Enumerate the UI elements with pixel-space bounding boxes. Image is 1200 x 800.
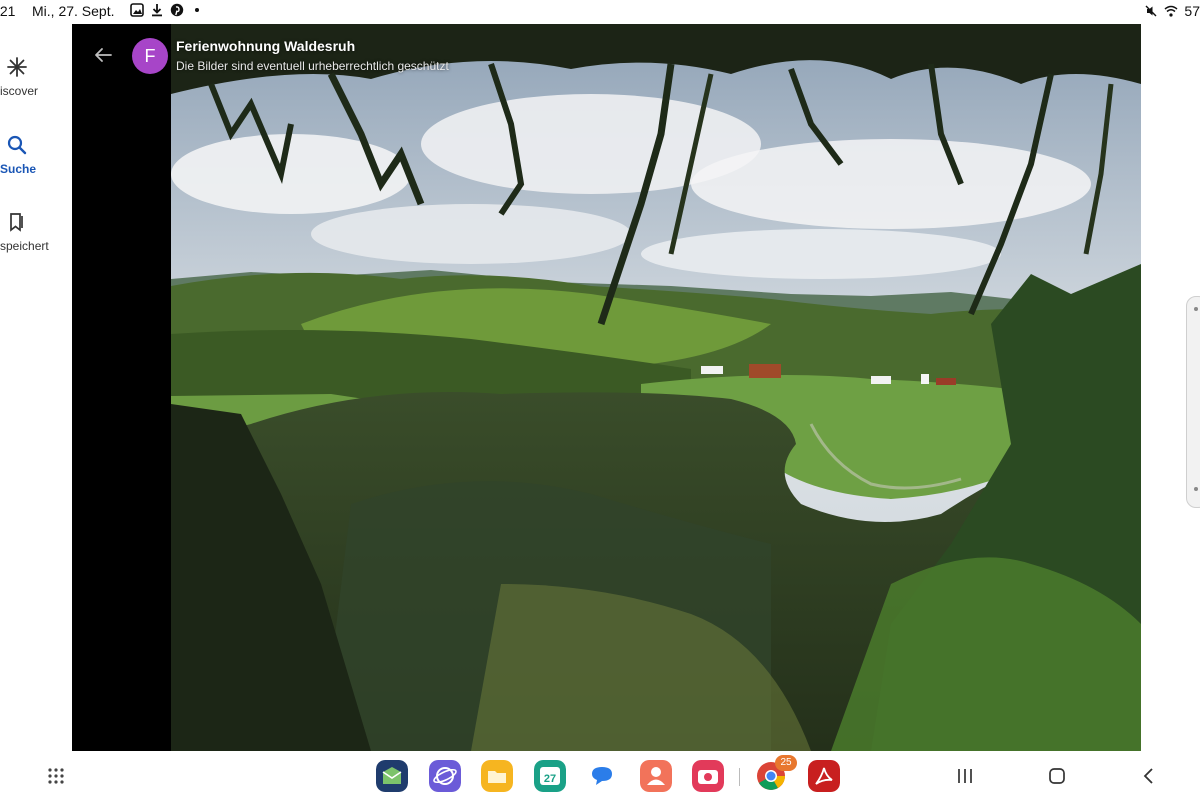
handle-dot [1194, 307, 1198, 311]
handle-dot [1194, 487, 1198, 491]
image-viewer: F Ferienwohnung Waldesruh Die Bilder sin… [72, 24, 1141, 751]
mail-app-icon[interactable] [376, 760, 408, 792]
gallery-notification-icon [130, 3, 144, 17]
files-app-icon[interactable] [481, 760, 513, 792]
notification-icons [130, 3, 204, 17]
sparkle-icon [7, 57, 27, 77]
more-notifications-dot-icon [195, 8, 199, 12]
wifi-icon [1164, 5, 1178, 17]
taskbar: 27 [0, 752, 1200, 800]
chrome-notification-badge: 25 [775, 755, 797, 771]
copyright-notice: Die Bilder sind eventuell urheberrechtli… [176, 59, 449, 73]
camera-app-icon[interactable] [692, 760, 724, 792]
download-notification-icon [152, 4, 162, 17]
back-nav-icon[interactable] [1139, 766, 1159, 786]
system-icons: 57 [1144, 3, 1200, 19]
rail-item-label: iscover [0, 84, 39, 98]
rail-item-label: Suche [0, 162, 37, 176]
calendar-day: 27 [544, 773, 556, 785]
landscape-photo[interactable] [171, 24, 1141, 751]
home-icon[interactable] [1047, 766, 1067, 786]
search-icon [7, 135, 27, 155]
status-time: :21 [0, 3, 16, 19]
taskbar-divider [739, 768, 740, 786]
source-avatar[interactable]: F [132, 38, 168, 74]
edge-panel-handle[interactable] [1186, 296, 1200, 508]
recent-apps-icon[interactable] [955, 766, 975, 786]
app-drawer-icon[interactable] [47, 767, 65, 785]
battery-percent: 57 [1184, 3, 1200, 19]
back-arrow-icon[interactable] [92, 44, 114, 66]
mute-icon [1145, 5, 1157, 17]
internet-app-icon[interactable] [429, 760, 461, 792]
messages-app-icon[interactable] [587, 760, 619, 792]
status-date: Mi., 27. Sept. [32, 3, 115, 19]
bookmarks-icon [10, 213, 23, 232]
rail-item-label: speichert [0, 239, 49, 253]
viewer-top-bar: F Ferienwohnung Waldesruh Die Bilder sin… [72, 24, 1141, 84]
source-title[interactable]: Ferienwohnung Waldesruh [176, 38, 355, 54]
pinterest-notification-icon [170, 3, 184, 17]
status-bar: :21 Mi., 27. Sept. 57 [0, 0, 1200, 24]
navigation-rail: iscover Suche speichert [0, 24, 72, 752]
pdf-app-icon[interactable] [808, 760, 840, 792]
contacts-app-icon[interactable] [640, 760, 672, 792]
calendar-app-icon[interactable]: 27 [534, 760, 566, 792]
